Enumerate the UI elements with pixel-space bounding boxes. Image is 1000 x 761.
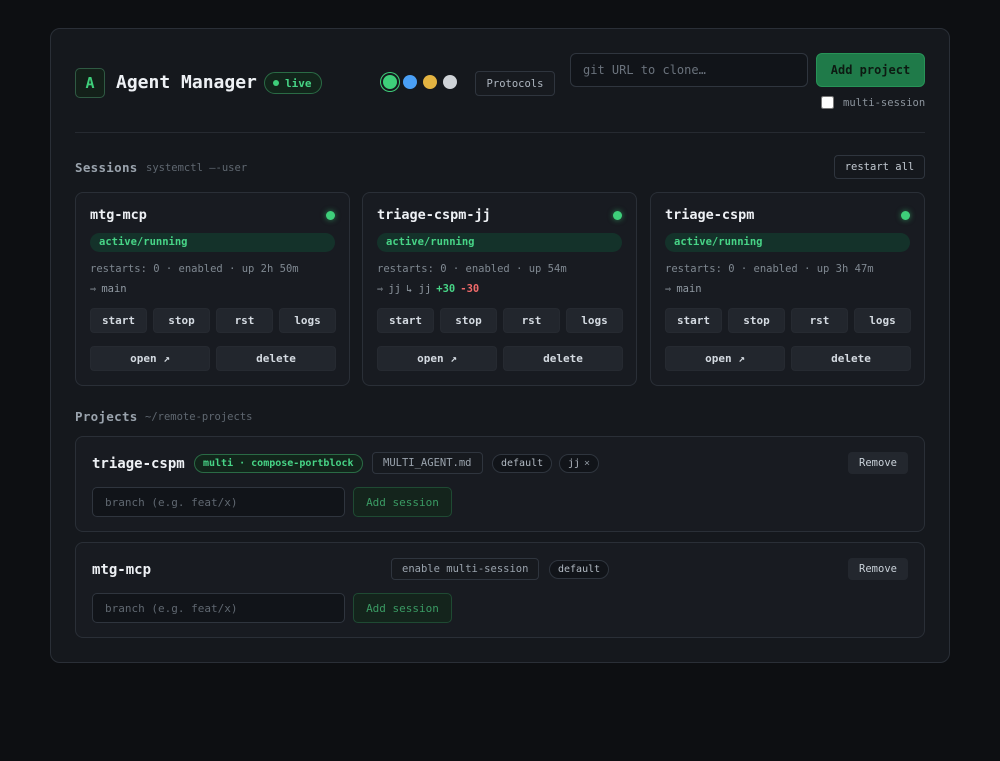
- branch-input[interactable]: [92, 487, 345, 517]
- branch-name: jj: [388, 283, 401, 295]
- sessions-title: Sessions: [75, 160, 138, 175]
- session-meta: restarts: 0 · enabled · up 54m: [377, 263, 567, 275]
- default-session-pill[interactable]: default: [549, 560, 610, 579]
- session-actions: open ↗ delete: [377, 346, 623, 371]
- default-session-pill[interactable]: default: [492, 454, 553, 473]
- session-pill-jj[interactable]: jj ×: [559, 454, 600, 473]
- restart-button[interactable]: rst: [503, 308, 560, 333]
- status-dot-icon: [613, 211, 622, 220]
- live-status-badge: live: [264, 72, 322, 94]
- session-controls: start stop rst logs: [377, 308, 623, 333]
- sub-branch: ↳ jj: [405, 283, 432, 295]
- session-card-triage-cspm: triage-cspm active/running restarts: 0 ·…: [650, 192, 925, 386]
- delete-button[interactable]: delete: [791, 346, 911, 371]
- protocols-button[interactable]: Protocols: [475, 71, 555, 96]
- session-branch: ⇾ main: [665, 283, 702, 295]
- live-label: live: [285, 76, 312, 90]
- theme-swatch-blue[interactable]: [403, 75, 417, 89]
- theme-swatch-green[interactable]: [383, 75, 397, 89]
- branch-name: main: [101, 283, 127, 295]
- enable-multi-session-button[interactable]: enable multi-session: [391, 558, 540, 580]
- remove-project-button[interactable]: Remove: [848, 452, 908, 474]
- add-session-button[interactable]: Add session: [353, 593, 452, 623]
- theme-swatches: [383, 75, 457, 89]
- session-meta: restarts: 0 · enabled · up 3h 47m: [665, 263, 874, 275]
- lines-removed: -30: [460, 283, 480, 295]
- multi-session-label: multi-session: [843, 97, 926, 109]
- stop-button[interactable]: stop: [728, 308, 785, 333]
- session-pill-label: jj: [568, 458, 581, 469]
- stop-button[interactable]: stop: [153, 308, 210, 333]
- session-branch: ⇾ main: [90, 283, 127, 295]
- project-name: mtg-mcp: [92, 562, 152, 578]
- delete-button[interactable]: delete: [216, 346, 336, 371]
- project-card-mtg-mcp: mtg-mcp enable multi-session default Rem…: [75, 542, 925, 638]
- open-button[interactable]: open ↗: [377, 346, 497, 371]
- session-name: triage-cspm-jj: [377, 207, 491, 223]
- branch-icon: ⇾: [377, 283, 384, 295]
- session-state-pill: active/running: [90, 233, 335, 252]
- app-logo: A: [75, 68, 105, 98]
- remove-project-button[interactable]: Remove: [848, 558, 908, 580]
- start-button[interactable]: start: [90, 308, 147, 333]
- projects-subtitle: ~/remote-projects: [145, 411, 253, 423]
- theme-swatch-light-gray[interactable]: [443, 75, 457, 89]
- header-divider: [75, 132, 925, 133]
- session-branch: ⇾ jj ↳ jj +30 -30: [377, 283, 479, 295]
- restart-button[interactable]: rst: [791, 308, 848, 333]
- delete-button[interactable]: delete: [503, 346, 623, 371]
- session-card-mtg-mcp: mtg-mcp active/running restarts: 0 · ena…: [75, 192, 350, 386]
- branch-input[interactable]: [92, 593, 345, 623]
- open-button[interactable]: open ↗: [90, 346, 210, 371]
- session-meta: restarts: 0 · enabled · up 2h 50m: [90, 263, 299, 275]
- status-dot-icon: [901, 211, 910, 220]
- logs-button[interactable]: logs: [854, 308, 911, 333]
- session-actions: open ↗ delete: [665, 346, 911, 371]
- session-card-triage-cspm-jj: triage-cspm-jj active/running restarts: …: [362, 192, 637, 386]
- session-state-pill: active/running: [665, 233, 910, 252]
- logs-button[interactable]: logs: [279, 308, 336, 333]
- multi-agent-doc-chip[interactable]: MULTI_AGENT.md: [372, 452, 483, 474]
- session-actions: open ↗ delete: [90, 346, 336, 371]
- live-dot-icon: [273, 80, 279, 86]
- restart-all-button[interactable]: restart all: [834, 155, 925, 179]
- session-name: triage-cspm: [665, 207, 755, 223]
- multi-session-checkbox[interactable]: [821, 96, 834, 109]
- agent-manager-panel: A Agent Manager live Protocols Add proje…: [50, 28, 950, 663]
- theme-swatch-amber[interactable]: [423, 75, 437, 89]
- multi-session-tag: multi · compose-portblock: [194, 454, 363, 473]
- add-session-button[interactable]: Add session: [353, 487, 452, 517]
- close-icon[interactable]: ×: [584, 458, 590, 469]
- project-card-triage-cspm: triage-cspm multi · compose-portblock MU…: [75, 436, 925, 532]
- stop-button[interactable]: stop: [440, 308, 497, 333]
- add-project-button[interactable]: Add project: [816, 53, 925, 87]
- project-name: triage-cspm: [92, 456, 185, 472]
- session-controls: start stop rst logs: [665, 308, 911, 333]
- start-button[interactable]: start: [665, 308, 722, 333]
- lines-added: +30: [436, 283, 456, 295]
- branch-icon: ⇾: [665, 283, 672, 295]
- app-title: Agent Manager: [116, 72, 257, 93]
- session-name: mtg-mcp: [90, 207, 147, 223]
- git-url-input[interactable]: [570, 53, 808, 87]
- sessions-subtitle: systemctl —-user: [146, 162, 248, 174]
- start-button[interactable]: start: [377, 308, 434, 333]
- session-controls: start stop rst logs: [90, 308, 336, 333]
- projects-title: Projects: [75, 409, 138, 424]
- open-button[interactable]: open ↗: [665, 346, 785, 371]
- logs-button[interactable]: logs: [566, 308, 623, 333]
- session-state-pill: active/running: [377, 233, 622, 252]
- branch-icon: ⇾: [90, 283, 97, 295]
- branch-name: main: [676, 283, 702, 295]
- restart-button[interactable]: rst: [216, 308, 273, 333]
- status-dot-icon: [326, 211, 335, 220]
